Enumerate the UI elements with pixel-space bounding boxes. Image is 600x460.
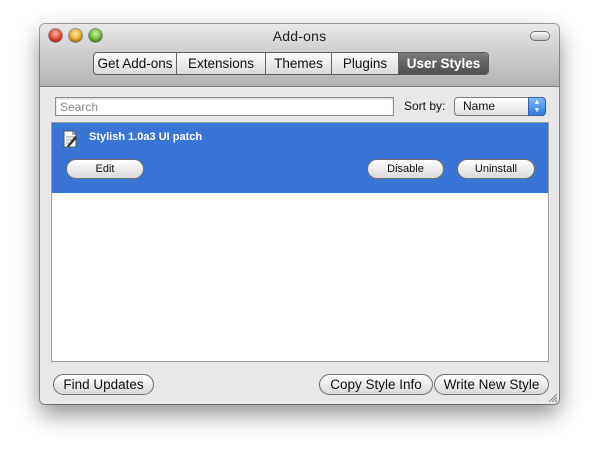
search-input[interactable] [55, 97, 394, 116]
tab-bar: Get Add-ons Extensions Themes Plugins Us… [93, 52, 489, 75]
tab-plugins[interactable]: Plugins [332, 53, 399, 74]
find-updates-button[interactable]: Find Updates [53, 374, 154, 395]
titlebar: Add-ons Get Add-ons Extensions Themes Pl… [40, 24, 559, 87]
window-title: Add-ons [272, 28, 327, 44]
edit-button[interactable]: Edit [66, 159, 144, 179]
select-arrows-icon: ▲ ▼ [528, 97, 546, 116]
resize-grip-icon[interactable] [547, 392, 557, 402]
style-sheet-icon [63, 130, 77, 148]
addons-window: Add-ons Get Add-ons Extensions Themes Pl… [40, 24, 559, 404]
sort-by-label: Sort by: [404, 99, 446, 113]
styles-list: Stylish 1.0a3 UI patch Edit Disable Unin… [51, 122, 549, 362]
style-name: Stylish 1.0a3 UI patch [89, 131, 203, 143]
tab-themes[interactable]: Themes [266, 53, 332, 74]
tab-get-addons[interactable]: Get Add-ons [94, 53, 177, 74]
tab-extensions[interactable]: Extensions [177, 53, 266, 74]
disable-button[interactable]: Disable [367, 159, 444, 179]
toolbar-toggle-button[interactable] [531, 32, 549, 40]
copy-style-info-button[interactable]: Copy Style Info [319, 374, 433, 395]
uninstall-button[interactable]: Uninstall [457, 159, 535, 179]
sort-by-select[interactable]: Name ▲ ▼ [454, 97, 546, 116]
write-new-style-button[interactable]: Write New Style [434, 374, 549, 395]
tab-user-styles[interactable]: User Styles [399, 53, 488, 74]
list-item[interactable]: Stylish 1.0a3 UI patch Edit Disable Unin… [52, 123, 548, 193]
sort-by-value: Name [463, 99, 496, 113]
